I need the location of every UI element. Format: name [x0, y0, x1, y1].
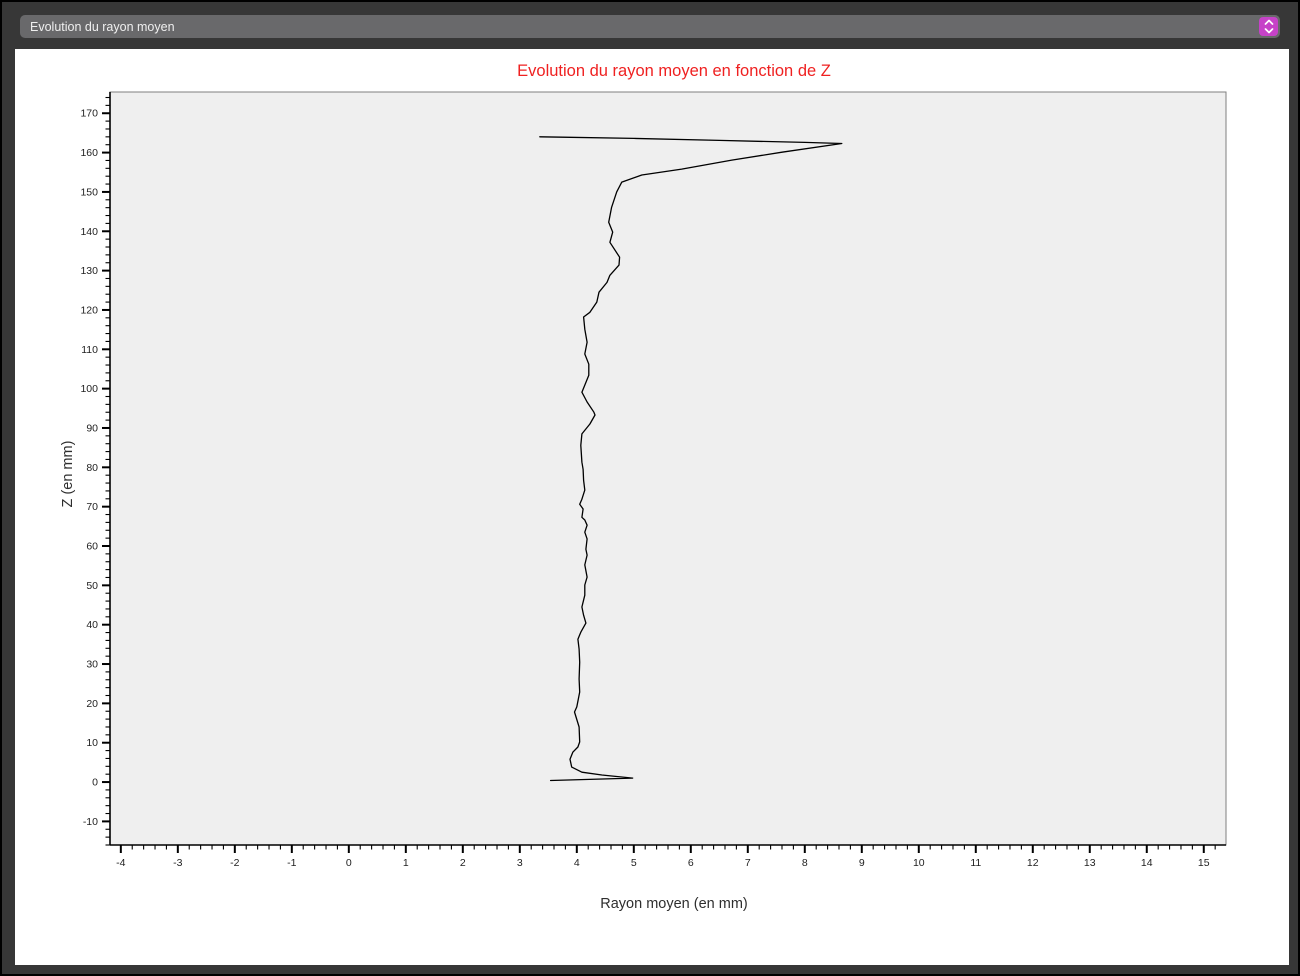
x-tick-label: 8	[802, 857, 808, 869]
x-tick-label: 9	[859, 857, 865, 869]
chevron-down-icon	[1265, 29, 1272, 33]
y-tick-label: 150	[80, 186, 98, 198]
chart-canvas: -4-3-2-10123456789101112131415-100102030…	[15, 49, 1289, 965]
x-axis-label: Rayon moyen (en mm)	[600, 896, 747, 912]
x-tick-label: 2	[460, 857, 466, 869]
x-tick-label: 14	[1141, 857, 1153, 869]
y-tick-label: 60	[86, 541, 98, 553]
y-axis-label: Z (en mm)	[60, 441, 76, 508]
y-tick-label: -10	[83, 816, 98, 828]
y-tick-label: 90	[86, 422, 98, 434]
x-tick-label: 5	[631, 857, 637, 869]
y-tick-label: 160	[80, 147, 98, 159]
x-tick-label: 12	[1027, 857, 1039, 869]
updown-chevrons-icon	[1263, 18, 1275, 35]
x-tick-label: 13	[1084, 857, 1096, 869]
chevron-up-icon	[1265, 21, 1272, 25]
chart-selector-value: Evolution du rayon moyen	[20, 20, 175, 34]
y-tick-label: 30	[86, 659, 98, 671]
y-tick-label: 170	[80, 108, 98, 120]
y-tick-label: 110	[81, 344, 98, 356]
y-tick-label: 140	[80, 226, 98, 238]
x-tick-label: 3	[517, 857, 523, 869]
x-tick-label: 15	[1198, 857, 1210, 869]
y-tick-label: 10	[86, 737, 98, 749]
y-tick-label: 20	[86, 698, 98, 710]
y-tick-label: 0	[92, 777, 98, 789]
y-tick-label: 80	[86, 462, 98, 474]
chart-selector-combobox[interactable]: Evolution du rayon moyen	[20, 15, 1280, 38]
app-window: Evolution du rayon moyen -4-3-2-10123456…	[0, 0, 1300, 976]
window-frame: Evolution du rayon moyen -4-3-2-10123456…	[2, 2, 1298, 974]
x-tick-label: -2	[230, 857, 239, 869]
y-tick-label: 100	[80, 383, 98, 395]
x-tick-label: 10	[913, 857, 925, 869]
x-tick-label: -3	[173, 857, 182, 869]
x-tick-label: -1	[287, 857, 296, 869]
y-tick-label: 130	[80, 265, 98, 277]
chart-area: -4-3-2-10123456789101112131415-100102030…	[15, 49, 1289, 965]
plot-panel	[110, 92, 1226, 845]
x-tick-label: -4	[116, 857, 125, 869]
x-tick-label: 7	[745, 857, 751, 869]
y-tick-label: 50	[86, 580, 98, 592]
x-tick-label: 6	[688, 857, 694, 869]
x-tick-label: 11	[970, 857, 981, 869]
y-tick-label: 120	[80, 304, 98, 316]
x-tick-label: 4	[574, 857, 580, 869]
combobox-stepper[interactable]	[1259, 17, 1278, 36]
x-tick-label: 0	[346, 857, 352, 869]
x-tick-label: 1	[403, 857, 409, 869]
y-tick-label: 40	[86, 619, 98, 631]
chart-title: Evolution du rayon moyen en fonction de …	[517, 62, 831, 80]
y-tick-label: 70	[86, 501, 98, 513]
